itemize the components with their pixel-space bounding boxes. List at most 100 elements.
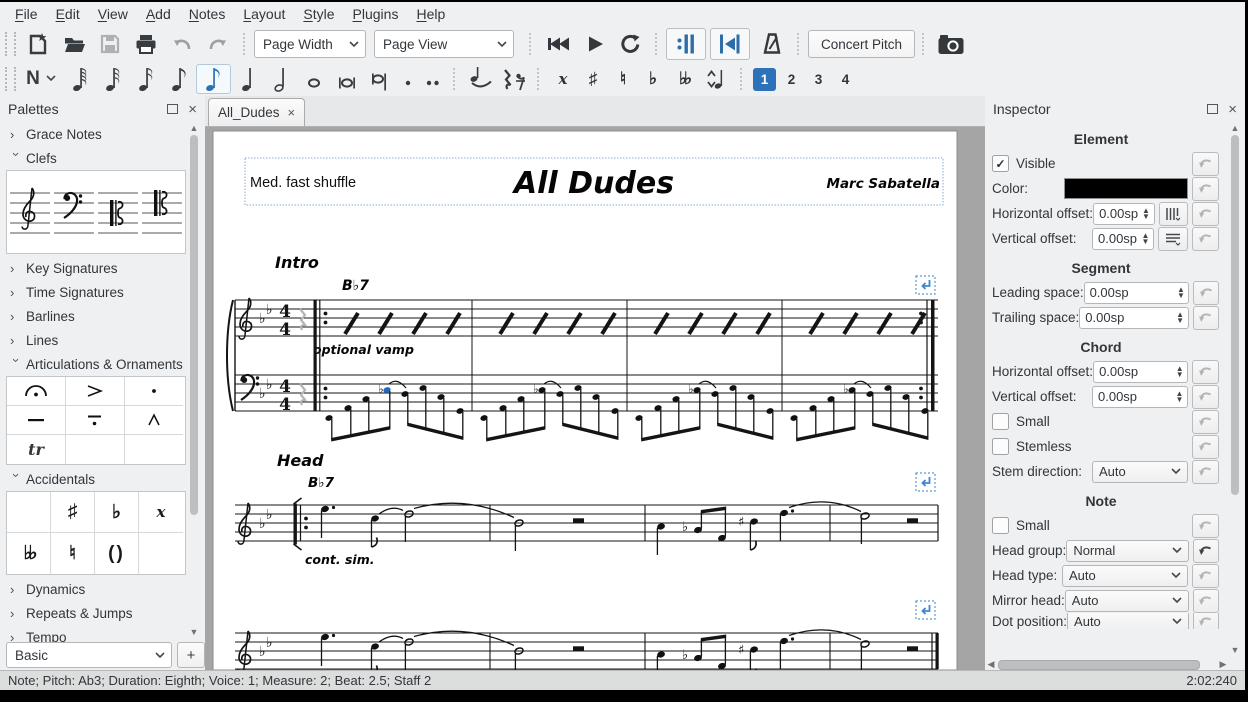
double-dot-button[interactable] <box>420 65 446 93</box>
reset-hoffset-button[interactable] <box>1192 202 1219 226</box>
toolbar-drag-handle[interactable] <box>5 32 16 56</box>
augmentation-dot-button[interactable] <box>396 65 420 93</box>
chord-symbol[interactable]: B♭7 <box>308 475 335 491</box>
reset-visible-button[interactable] <box>1192 152 1219 176</box>
undo-button[interactable] <box>164 29 200 59</box>
palette-cell-portato[interactable] <box>66 406 125 435</box>
voice-2-button[interactable]: 2 <box>780 68 803 91</box>
palette-item-barlines[interactable]: › Barlines <box>0 304 186 328</box>
palette-item-accidentals[interactable]: › Accidentals <box>0 467 186 491</box>
save-button[interactable] <box>92 29 128 59</box>
line-break-marker[interactable] <box>916 276 935 294</box>
scroll-down-arrow[interactable]: ▼ <box>1229 644 1241 656</box>
voice-1-button[interactable]: 1 <box>753 68 776 91</box>
scroll-up-arrow[interactable]: ▲ <box>1229 122 1241 134</box>
color-swatch[interactable] <box>1064 178 1188 199</box>
trailing-space-spinbox[interactable]: 0.00sp ▲▼ <box>1079 307 1188 329</box>
spin-down-arrow[interactable]: ▼ <box>1176 318 1184 324</box>
palette-cell-accent[interactable] <box>66 377 125 406</box>
voice-3-button[interactable]: 3 <box>807 68 830 91</box>
score-page-svg[interactable]: Med. fast shuffle All Dudes Marc Sabatel… <box>205 127 985 670</box>
line-break-marker[interactable] <box>916 601 935 619</box>
spin-down-arrow[interactable]: ▼ <box>1142 214 1150 220</box>
open-file-button[interactable] <box>56 29 92 59</box>
close-icon[interactable]: × <box>188 102 197 117</box>
voice-4-button[interactable]: 4 <box>834 68 857 91</box>
palette-cell-double-flat[interactable]: ♭♭ <box>7 533 51 574</box>
palette-item-tempo[interactable]: › Tempo <box>0 625 186 642</box>
menu-layout[interactable]: Layout <box>234 4 294 24</box>
tie-button[interactable] <box>464 65 497 93</box>
palette-cell-tenor-clef[interactable] <box>139 171 183 252</box>
head-group-select[interactable]: Normal <box>1066 540 1188 562</box>
leading-space-spinbox[interactable]: 0.00sp ▲▼ <box>1084 282 1190 304</box>
add-palette-button[interactable]: + <box>177 642 205 668</box>
reset-head-group-button[interactable] <box>1193 539 1219 563</box>
zoom-select[interactable]: Page Width <box>254 30 366 58</box>
double-sharp-button[interactable]: x <box>548 65 578 93</box>
reset-leading-button[interactable] <box>1193 281 1219 305</box>
palette-cell-staccato[interactable] <box>125 377 183 406</box>
flat-button[interactable]: ♭ <box>638 65 668 93</box>
chord-symbol[interactable]: B♭7 <box>342 278 369 294</box>
note-input-dropdown-chevron[interactable] <box>46 75 58 83</box>
rehearsal-intro[interactable]: Intro <box>275 253 319 272</box>
spin-down-arrow[interactable]: ▼ <box>1142 239 1150 245</box>
reset-chord-voffset-button[interactable] <box>1192 385 1219 409</box>
note-whole-button[interactable] <box>297 65 330 93</box>
rehearsal-head[interactable]: Head <box>277 451 324 470</box>
menu-plugins[interactable]: Plugins <box>344 4 408 24</box>
natural-button[interactable]: ♮ <box>608 65 638 93</box>
palette-cell-tenuto[interactable] <box>7 406 66 435</box>
note-64th-button[interactable] <box>97 65 130 93</box>
vamp-text[interactable]: optional vamp <box>313 342 414 357</box>
palette-cell-natural[interactable]: ♮ <box>51 533 95 574</box>
metronome-button[interactable] <box>754 29 790 59</box>
scroll-up-arrow[interactable]: ▲ <box>188 122 200 134</box>
spin-down-arrow[interactable]: ▼ <box>1176 397 1184 403</box>
tab-close-icon[interactable]: × <box>288 105 296 120</box>
palette-item-dynamics[interactable]: › Dynamics <box>0 577 186 601</box>
palette-cell-double-sharp[interactable]: x <box>139 492 183 533</box>
palette-cell-treble-clef[interactable] <box>7 171 51 252</box>
spin-down-arrow[interactable]: ▼ <box>1176 372 1184 378</box>
hraster-button[interactable] <box>1159 202 1189 226</box>
close-icon[interactable]: × <box>1228 102 1237 117</box>
scroll-right-arrow[interactable]: ▶ <box>1217 658 1229 670</box>
undock-icon[interactable] <box>1207 104 1218 114</box>
sharp-button[interactable]: ♯ <box>578 65 608 93</box>
menu-help[interactable]: Help <box>407 4 454 24</box>
scroll-down-arrow[interactable]: ▼ <box>188 626 200 638</box>
reset-note-small-button[interactable] <box>1192 514 1219 538</box>
tempo-text[interactable]: Med. fast shuffle <box>250 175 356 191</box>
note-longa-button[interactable] <box>363 65 396 93</box>
reset-mirror-head-button[interactable] <box>1193 589 1220 613</box>
scrollbar-thumb[interactable] <box>1231 135 1239 495</box>
inspector-hscrollbar[interactable]: ◀ ▶ <box>985 658 1229 670</box>
toolbar-drag-handle[interactable] <box>5 67 16 91</box>
dot-position-select[interactable]: Auto <box>1067 613 1189 629</box>
palette-item-key-signatures[interactable]: › Key Signatures <box>0 256 186 280</box>
visible-checkbox[interactable]: ✓ <box>992 155 1009 172</box>
palette-item-time-signatures[interactable]: › Time Signatures <box>0 280 186 304</box>
note-32nd-button[interactable] <box>130 65 163 93</box>
tab-all-dudes[interactable]: All_Dudes × <box>208 98 305 126</box>
small-checkbox[interactable] <box>992 413 1009 430</box>
palette-cell-alto-clef[interactable] <box>95 171 139 252</box>
note-eighth-button-selected[interactable] <box>196 64 231 94</box>
menu-style[interactable]: Style <box>294 4 343 24</box>
palette-cell-flat[interactable]: ♭ <box>95 492 139 533</box>
palette-cell-sharp[interactable]: ♯ <box>51 492 95 533</box>
composer-text[interactable]: Marc Sabatella <box>827 176 940 192</box>
chord-hoffset-spinbox[interactable]: 0.00sp ▲▼ <box>1093 361 1188 383</box>
reset-head-type-button[interactable] <box>1192 564 1219 588</box>
palette-cell-trill[interactable]: tr <box>7 435 66 464</box>
new-score-button[interactable] <box>20 29 56 59</box>
note-quarter-button[interactable] <box>231 65 264 93</box>
inspector-scrollbar[interactable]: ▲ ▼ <box>1229 122 1241 656</box>
workspace-select[interactable]: Basic <box>6 642 172 668</box>
stemless-checkbox[interactable] <box>992 438 1009 455</box>
mirror-head-select[interactable]: Auto <box>1065 590 1189 612</box>
reset-small-button[interactable] <box>1192 410 1219 434</box>
image-capture-button[interactable] <box>933 29 969 59</box>
